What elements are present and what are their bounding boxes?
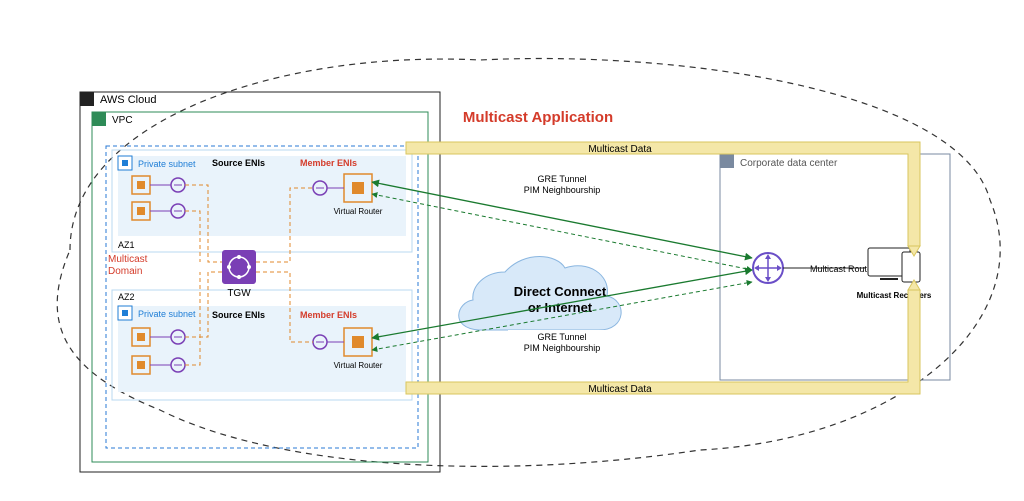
mcast-domain-label-1: Multicast — [108, 254, 148, 265]
mrouter-label: Multicast Router — [810, 264, 875, 274]
mreceivers-label: Multicast Receivers — [857, 291, 932, 300]
source-enis-2: Source ENIs — [212, 310, 265, 320]
diagram-title: Multicast Application — [463, 109, 613, 126]
pim-link-top — [372, 194, 752, 270]
source-enis-1: Source ENIs — [212, 158, 265, 168]
gre-label-bot: GRE Tunnel — [537, 332, 586, 342]
network-cloud: Direct Connect or Internet — [459, 257, 621, 331]
multicast-router-icon — [753, 253, 783, 283]
pim-label-bot: PIM Neighbourship — [524, 343, 601, 353]
svg-text:or Internet: or Internet — [528, 300, 593, 315]
vpc-label: VPC — [112, 115, 133, 126]
mcast-domain-label-2: Domain — [108, 266, 142, 277]
multicast-data-top: Multicast Data — [406, 142, 920, 256]
aws-cloud-box: AWS Cloud — [80, 92, 440, 472]
az2-label: AZ2 — [118, 292, 135, 302]
tgw-icon — [222, 250, 256, 284]
tgw-label: TGW — [227, 288, 251, 299]
svg-text:Multicast Data: Multicast Data — [588, 144, 652, 155]
vrouter1-label: Virtual Router — [334, 207, 383, 216]
aws-cloud-label: AWS Cloud — [100, 94, 156, 106]
pim-label-top: PIM Neighbourship — [524, 185, 601, 195]
svg-text:Multicast Data: Multicast Data — [588, 384, 652, 395]
az1-label: AZ1 — [118, 240, 135, 250]
private-subnet-1: Private subnet — [118, 156, 406, 236]
svg-text:Direct Connect: Direct Connect — [514, 284, 607, 299]
gre-label-top: GRE Tunnel — [537, 174, 586, 184]
subnet2-label: Private subnet — [138, 309, 196, 319]
vrouter2-label: Virtual Router — [334, 361, 383, 370]
member-enis-1: Member ENIs — [300, 158, 357, 168]
subnet1-label: Private subnet — [138, 159, 196, 169]
corp-dc-label: Corporate data center — [740, 158, 838, 169]
member-enis-2: Member ENIs — [300, 310, 357, 320]
